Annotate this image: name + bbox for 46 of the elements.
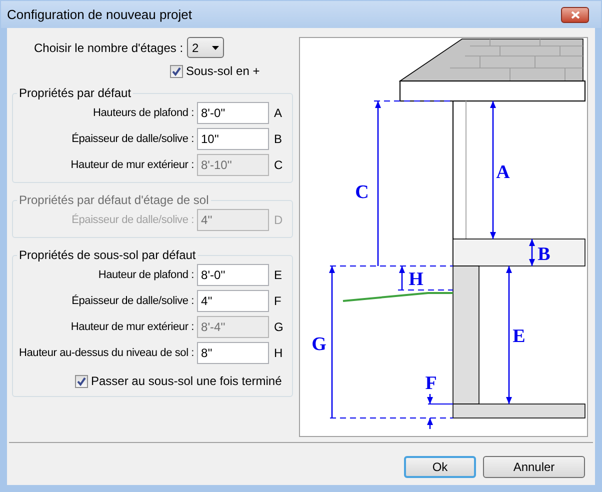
dimension-letter: E xyxy=(273,267,284,284)
group-title: Propriétés par défaut xyxy=(18,85,132,102)
dimension-label: E xyxy=(512,326,526,347)
text-field[interactable]: 8'-0'' xyxy=(197,102,269,124)
field-label: Hauteur au-dessus du niveau de sol : xyxy=(19,346,194,361)
floors-label: Choisir le nombre d'étages : xyxy=(34,40,184,56)
dimension-letter: H xyxy=(273,345,284,362)
dimension-label: A xyxy=(496,162,510,183)
floors-dropdown[interactable]: 2 xyxy=(187,37,224,58)
group-title: Propriétés de sous-sol par défaut xyxy=(18,247,197,264)
dropdown-arrow-icon xyxy=(212,46,220,50)
field-label: Épaisseur de dalle/solive : xyxy=(70,294,194,309)
dimension-arrow xyxy=(399,266,405,290)
close-button[interactable] xyxy=(561,6,589,22)
group-title: Propriétés par défaut d'étage de sol xyxy=(18,192,210,209)
dimension-label: H xyxy=(408,269,424,290)
dimension-letter: A xyxy=(273,105,284,122)
dimension-label: F xyxy=(425,373,437,394)
dimension-arrow xyxy=(529,239,535,266)
checkbox[interactable]: Passer au sous-sol une fois terminé xyxy=(75,372,286,390)
text-field[interactable]: 4'' xyxy=(197,290,270,312)
field-label: Épaisseur de dalle/solive : xyxy=(70,212,194,228)
dialog-button[interactable]: Ok xyxy=(404,456,476,478)
field-label: Épaisseur de dalle/solive : xyxy=(70,132,194,147)
dimension-letter: C xyxy=(273,157,284,174)
field-label: Hauteur de plafond : xyxy=(97,268,194,283)
text-field[interactable]: 8'-0'' xyxy=(197,264,270,286)
text-field[interactable]: 8'' xyxy=(197,342,270,364)
dimension-letter: B xyxy=(273,131,284,148)
checkmark-icon xyxy=(77,376,86,386)
dimension-letter: G xyxy=(273,319,284,336)
checkmark-icon xyxy=(172,66,181,76)
dimension-label: G xyxy=(312,334,326,355)
text-field[interactable]: 10'' xyxy=(197,128,269,150)
close-icon xyxy=(570,10,580,18)
field-label: Hauteur de mur extérieur : xyxy=(70,320,194,335)
dimension-label: B xyxy=(538,244,550,265)
field-label: Hauteur de mur extérieur : xyxy=(70,158,194,173)
dimension-label: C xyxy=(355,182,369,203)
dimension-letter: D xyxy=(273,212,284,229)
dialog-button[interactable]: Annuler xyxy=(483,456,585,478)
dimension-letter: F xyxy=(273,293,282,310)
window-title: Configuration de nouveau projet xyxy=(7,6,192,24)
field-label: Hauteurs de plafond : xyxy=(92,106,194,121)
checkbox[interactable]: Sous-sol en + xyxy=(170,62,293,80)
dimension-arrow xyxy=(427,418,433,429)
